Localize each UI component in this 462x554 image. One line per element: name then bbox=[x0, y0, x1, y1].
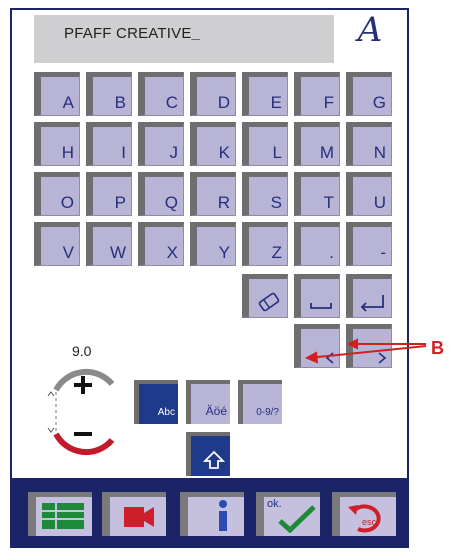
mode-numbers-button[interactable]: 0-9/? bbox=[238, 380, 282, 424]
increase-size-button[interactable] bbox=[70, 372, 96, 398]
decrease-size-button[interactable] bbox=[70, 424, 96, 444]
key-z[interactable]: Z bbox=[242, 222, 288, 266]
key-label: G bbox=[372, 93, 386, 112]
key-x[interactable]: X bbox=[138, 222, 184, 266]
text-display: PFAFF CREATIVE_ bbox=[34, 15, 334, 63]
menu-button[interactable] bbox=[28, 492, 92, 536]
key-r[interactable]: R bbox=[190, 172, 236, 216]
key-label: V bbox=[62, 243, 74, 262]
key-label: I bbox=[121, 143, 126, 162]
key-label: U bbox=[373, 193, 386, 212]
key-label: C bbox=[165, 93, 178, 112]
esc-button[interactable]: esc bbox=[332, 492, 396, 536]
key-hyphen[interactable]: - bbox=[346, 222, 392, 266]
text-cursor: _ bbox=[191, 25, 201, 42]
key-label: N bbox=[373, 143, 386, 162]
annotation-arrows bbox=[304, 338, 427, 364]
info-button[interactable] bbox=[180, 492, 244, 536]
mode-abc-button[interactable]: Abc bbox=[134, 380, 178, 424]
key-y[interactable]: Y bbox=[190, 222, 236, 266]
key-label: K bbox=[218, 143, 230, 162]
delete-button[interactable] bbox=[242, 274, 288, 318]
space-icon bbox=[310, 303, 332, 309]
key-label: Q bbox=[164, 193, 178, 212]
key-label: A bbox=[62, 93, 74, 112]
key-a[interactable]: A bbox=[34, 72, 80, 116]
plus-icon bbox=[74, 376, 92, 394]
video-button[interactable] bbox=[102, 492, 166, 536]
key-f[interactable]: F bbox=[294, 72, 340, 116]
display-text: PFAFF CREATIVE bbox=[64, 25, 192, 42]
key-label: R bbox=[217, 193, 230, 212]
key-o[interactable]: O bbox=[34, 172, 80, 216]
mode-accented-button[interactable]: Äöé bbox=[186, 380, 230, 424]
key-label: H bbox=[61, 143, 74, 162]
eraser-icon bbox=[258, 292, 280, 312]
key-label: T bbox=[323, 193, 334, 212]
enter-icon bbox=[360, 295, 384, 312]
shift-arrow-icon bbox=[203, 450, 225, 469]
key-h[interactable]: H bbox=[34, 122, 80, 166]
key-label: O bbox=[60, 193, 74, 212]
key-label: M bbox=[319, 143, 334, 162]
key-v[interactable]: V bbox=[34, 222, 80, 266]
key-label: J bbox=[169, 143, 179, 162]
key-u[interactable]: U bbox=[346, 172, 392, 216]
key-label: E bbox=[270, 93, 282, 112]
key-l[interactable]: L bbox=[242, 122, 288, 166]
key-period[interactable]: . bbox=[294, 222, 340, 266]
key-q[interactable]: Q bbox=[138, 172, 184, 216]
annotation-label: B bbox=[431, 338, 444, 358]
key-label: S bbox=[270, 193, 282, 212]
key-s[interactable]: S bbox=[242, 172, 288, 216]
key-n[interactable]: N bbox=[346, 122, 392, 166]
key-label: P bbox=[114, 193, 126, 212]
video-camera-icon bbox=[124, 507, 154, 527]
key-i[interactable]: I bbox=[86, 122, 132, 166]
key-t[interactable]: T bbox=[294, 172, 340, 216]
key-p[interactable]: P bbox=[86, 172, 132, 216]
font-indicator[interactable]: A bbox=[350, 10, 390, 60]
key-label: Z bbox=[271, 243, 282, 262]
key-label: B bbox=[114, 93, 126, 112]
info-icon bbox=[219, 500, 227, 531]
key-d[interactable]: D bbox=[190, 72, 236, 116]
key-j[interactable]: J bbox=[138, 122, 184, 166]
key-label: . bbox=[329, 243, 334, 262]
space-button[interactable] bbox=[294, 274, 340, 318]
mode-label: Abc bbox=[157, 407, 175, 418]
shift-button[interactable] bbox=[186, 432, 230, 476]
key-label: F bbox=[323, 93, 334, 112]
mode-label: 0-9/? bbox=[256, 407, 279, 418]
mode-label: Äöé bbox=[205, 404, 227, 418]
key-label: W bbox=[109, 243, 126, 262]
key-k[interactable]: K bbox=[190, 122, 236, 166]
key-g[interactable]: G bbox=[346, 72, 392, 116]
menu-list-icon bbox=[42, 503, 84, 529]
enter-button[interactable] bbox=[346, 274, 392, 318]
key-label: D bbox=[217, 93, 230, 112]
key-b[interactable]: B bbox=[86, 72, 132, 116]
minus-icon bbox=[74, 432, 92, 436]
key-e[interactable]: E bbox=[242, 72, 288, 116]
key-c[interactable]: C bbox=[138, 72, 184, 116]
size-value: 9.0 bbox=[72, 343, 92, 359]
key-label: Y bbox=[218, 243, 230, 262]
esc-label: esc bbox=[362, 517, 377, 527]
ok-button[interactable]: ok. bbox=[256, 492, 320, 536]
ok-check-icon bbox=[278, 505, 316, 533]
key-label: L bbox=[272, 143, 282, 162]
key-label: - bbox=[380, 243, 386, 262]
key-label: X bbox=[166, 243, 178, 262]
key-m[interactable]: M bbox=[294, 122, 340, 166]
key-w[interactable]: W bbox=[86, 222, 132, 266]
